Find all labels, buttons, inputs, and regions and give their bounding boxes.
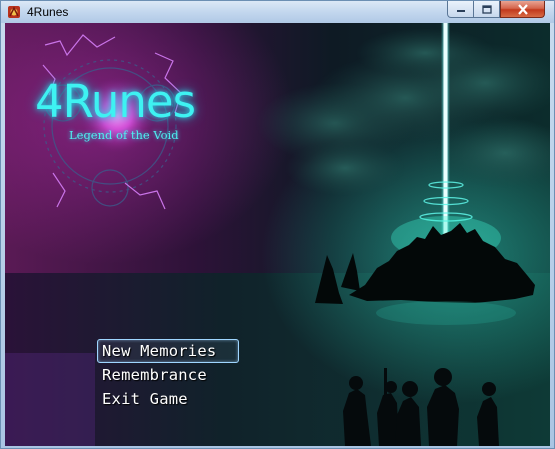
close-button[interactable]: [500, 1, 545, 18]
maximize-icon: [481, 4, 492, 14]
party-silhouettes: [343, 368, 499, 446]
menu-item-remembrance[interactable]: Remembrance: [97, 363, 239, 387]
title-bar[interactable]: 4Runes: [1, 1, 554, 23]
menu-item-new-memories[interactable]: New Memories: [97, 339, 239, 363]
title-menu: New Memories Remembrance Exit Game: [97, 339, 239, 411]
menu-item-exit-game[interactable]: Exit Game: [97, 387, 239, 411]
window-title: 4Runes: [27, 5, 69, 19]
maximize-button[interactable]: [474, 1, 500, 18]
minimize-button[interactable]: [447, 1, 474, 18]
close-icon: [517, 3, 528, 15]
app-icon: [8, 6, 20, 18]
game-window: 4Runes 4Runes Legend of the Void New Mem…: [0, 0, 555, 449]
game-canvas[interactable]: 4Runes Legend of the Void New Memories R…: [5, 23, 550, 446]
minimize-icon: [456, 10, 465, 12]
